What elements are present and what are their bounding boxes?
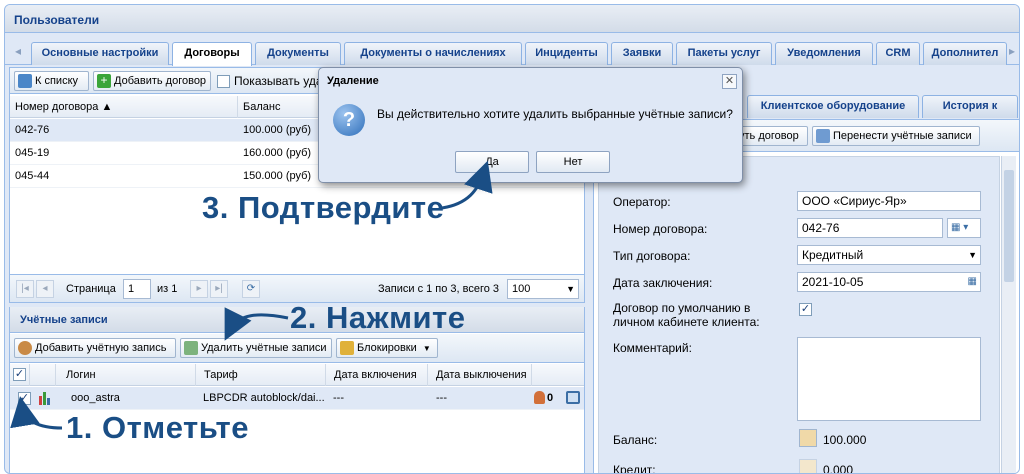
chevron-down-icon: ▼ <box>422 344 431 353</box>
column-contract-number[interactable]: Номер договора ▲ <box>10 96 238 118</box>
calendar-menu-icon[interactable]: ▦ ▾ <box>947 218 981 238</box>
delete-accounts-button[interactable]: Удалить учётные записи <box>180 338 332 358</box>
default-contract-label: Договор по умолчанию в личном кабинете к… <box>613 301 760 329</box>
accounts-toolbar: Добавить учётную запись Удалить учётные … <box>10 334 584 363</box>
add-icon: + <box>97 74 111 88</box>
records-summary: Записи с 1 по 3, всего 3 <box>378 283 500 295</box>
select-all-cell[interactable]: ✓ <box>10 364 30 386</box>
credit-label: Кредит: <box>613 463 656 474</box>
balance-label: Баланс: <box>613 433 658 447</box>
delete-icon <box>184 341 198 355</box>
column-login[interactable]: Логин <box>56 364 196 386</box>
bar-chart-icon <box>38 391 54 405</box>
page-total-label: из 1 <box>157 283 178 295</box>
contract-date-label: Дата заключения: <box>613 276 713 290</box>
contracts-pager: |◂ ◂ Страница 1 из 1 ▸ ▸| ⟳ Записи с 1 п… <box>10 274 584 302</box>
scrollbar-thumb[interactable] <box>1004 170 1014 282</box>
tab-charge-documents[interactable]: Документы о начислениях <box>344 42 522 65</box>
contract-type-select[interactable]: Кредитный ▼ <box>797 245 981 265</box>
page-label: Страница <box>66 283 116 295</box>
contract-number-field[interactable]: 042-76 <box>797 218 943 238</box>
last-page-icon[interactable]: ▸| <box>210 280 228 298</box>
chevron-down-icon: ▼ <box>566 284 575 294</box>
close-contract-button[interactable]: уть договор <box>734 126 808 146</box>
tab-history[interactable]: История к <box>922 95 1018 118</box>
main-tabbar: ◂ Основные настройки Договоры Документы … <box>5 33 1019 66</box>
window-title: Пользователи <box>5 5 1019 33</box>
tab-crm[interactable]: CRM <box>876 42 920 65</box>
calendar-icon[interactable]: ▦ <box>968 273 977 291</box>
prev-page-icon[interactable]: ◂ <box>36 280 54 298</box>
step3-annotation: 3. Подтвердите <box>202 190 445 225</box>
column-tariff[interactable]: Тариф <box>196 364 326 386</box>
move-accounts-button[interactable]: Перенести учётные записи <box>812 126 980 146</box>
tab-notifications[interactable]: Уведомления <box>775 42 873 65</box>
refresh-icon[interactable]: ⟳ <box>242 280 260 298</box>
move-icon <box>816 129 830 143</box>
tab-requests[interactable]: Заявки <box>611 42 673 65</box>
row-checkbox[interactable]: ✓ <box>18 392 31 405</box>
tab-service-packages[interactable]: Пакеты услуг <box>676 42 772 65</box>
chevron-down-icon: ▼ <box>968 250 977 260</box>
step2-annotation: 2. Нажмите <box>290 300 466 335</box>
comment-textarea[interactable] <box>797 337 981 421</box>
page-size-select[interactable]: 100 ▼ <box>507 279 579 299</box>
tab-main-settings[interactable]: Основные настройки <box>31 42 169 65</box>
table-row[interactable]: ✓ ooo_astra LBPCDR autoblock/dai... --- … <box>10 387 584 410</box>
contract-number-label: Номер договора: <box>613 222 708 236</box>
add-account-button[interactable]: Добавить учётную запись <box>14 338 176 358</box>
contract-type-label: Тип договора: <box>613 249 691 263</box>
credit-value: 0.000 <box>823 463 854 474</box>
tab-incidents[interactable]: Инциденты <box>525 42 608 65</box>
first-page-icon[interactable]: |◂ <box>16 280 34 298</box>
column-date-off[interactable]: Дата выключения <box>428 364 532 386</box>
question-icon: ? <box>333 104 365 136</box>
show-deleted-checkbox[interactable] <box>217 75 230 88</box>
details-scrollbar[interactable] <box>1001 156 1016 473</box>
lock-icon <box>340 341 354 355</box>
operator-field[interactable]: ООО «Сириус-Яр» <box>797 191 981 211</box>
tab-scroll-left-icon[interactable]: ◂ <box>11 43 25 59</box>
balance-value: 100.000 <box>823 433 867 447</box>
user-add-icon <box>18 341 32 355</box>
add-contract-button[interactable]: + Добавить договор <box>93 71 211 91</box>
column-date-on[interactable]: Дата включения <box>326 364 428 386</box>
column-icon <box>30 364 56 386</box>
comment-label: Комментарий: <box>613 341 692 355</box>
show-deleted-label: Показывать уда <box>234 74 323 88</box>
dialog-message: Вы действительно хотите удалить выбранны… <box>377 107 733 121</box>
locks-menu-button[interactable]: Блокировки ▼ <box>336 338 438 358</box>
tab-contracts[interactable]: Договоры <box>172 42 252 66</box>
tab-scroll-right-icon[interactable]: ▸ <box>1005 43 1019 59</box>
accounts-title: Учётные записи <box>20 314 108 326</box>
close-icon[interactable]: ✕ <box>722 74 737 89</box>
yes-button[interactable]: Да <box>455 151 529 173</box>
page-number-input[interactable]: 1 <box>123 279 151 299</box>
contract-date-field[interactable]: 2021-10-05 ▦ <box>797 272 981 292</box>
no-button[interactable]: Нет <box>536 151 610 173</box>
step1-annotation: 1. Отметьте <box>66 410 249 445</box>
accounts-grid-header: ✓ Логин Тариф Дата включения Дата выключ… <box>10 364 584 386</box>
dialog-title: Удаление <box>327 75 379 87</box>
select-all-checkbox[interactable]: ✓ <box>13 368 26 381</box>
users-window: Пользователи ◂ Основные настройки Догово… <box>4 4 1020 474</box>
next-page-icon[interactable]: ▸ <box>190 280 208 298</box>
balance-icon[interactable] <box>799 429 817 447</box>
delete-confirm-dialog: Удаление ✕ ? Вы действительно хотите уда… <box>318 67 743 183</box>
list-icon <box>18 74 32 88</box>
tab-documents[interactable]: Документы <box>255 42 341 65</box>
operator-label: Оператор: <box>613 195 671 209</box>
default-contract-checkbox[interactable]: ✓ <box>799 303 812 316</box>
details-form: Оператор: ООО «Сириус-Яр» Номер договора… <box>598 156 1000 474</box>
tab-client-equipment[interactable]: Клиентское оборудование <box>747 95 919 118</box>
tab-additional[interactable]: Дополнител <box>923 42 1007 65</box>
device-icon[interactable] <box>566 391 580 404</box>
back-to-list-button[interactable]: К списку <box>14 71 89 91</box>
